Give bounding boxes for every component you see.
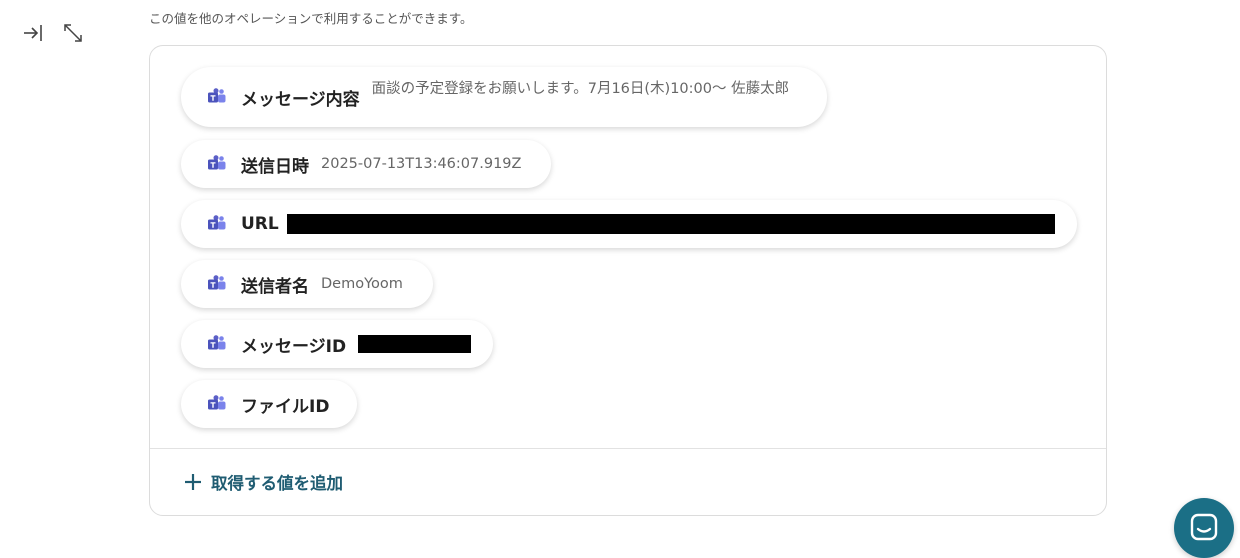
add-value-button[interactable]: 取得する値を追加 xyxy=(184,470,343,494)
field-chip-message-content[interactable]: メッセージ内容 面談の予定登録をお願いします。7月16日(木)10:00〜 佐藤… xyxy=(181,67,827,127)
field-label: メッセージ内容 xyxy=(241,89,360,110)
microsoft-teams-icon xyxy=(208,275,226,290)
field-label: ファイルID xyxy=(241,396,330,417)
field-label: メッセージID xyxy=(241,336,347,357)
support-chat-button[interactable] xyxy=(1174,498,1234,558)
field-chip-message-id[interactable]: メッセージID xyxy=(181,320,493,368)
redacted-value xyxy=(358,335,471,353)
collapse-to-right-icon[interactable] xyxy=(22,22,44,44)
field-value: DemoYoom xyxy=(321,276,403,292)
field-label: 送信者名 xyxy=(241,276,309,297)
field-value: 面談の予定登録をお願いします。7月16日(木)10:00〜 佐藤太郎 xyxy=(371,81,790,97)
output-values-panel: メッセージ内容 面談の予定登録をお願いします。7月16日(木)10:00〜 佐藤… xyxy=(149,45,1107,516)
field-chip-sender-name[interactable]: 送信者名 DemoYoom xyxy=(181,260,433,308)
field-label: URL xyxy=(241,214,279,234)
microsoft-teams-icon xyxy=(208,335,226,350)
microsoft-teams-icon xyxy=(208,215,226,230)
plus-icon xyxy=(185,474,201,490)
field-value: 2025-07-13T13:46:07.919Z xyxy=(321,156,522,172)
microsoft-teams-icon xyxy=(208,155,226,170)
field-chip-url[interactable]: URL xyxy=(181,200,1077,248)
divider xyxy=(150,448,1106,449)
field-chip-file-id[interactable]: ファイルID xyxy=(181,380,357,428)
microsoft-teams-icon xyxy=(208,88,226,103)
chat-support-icon xyxy=(1190,513,1218,541)
top-toolbar xyxy=(22,22,84,44)
redacted-value xyxy=(286,214,1055,234)
helper-text: この値を他のオペレーションで利用することができます。 xyxy=(149,11,473,26)
expand-diagonal-icon[interactable] xyxy=(62,22,84,44)
microsoft-teams-icon xyxy=(208,395,226,410)
add-value-label: 取得する値を追加 xyxy=(211,474,343,493)
field-label: 送信日時 xyxy=(241,156,309,177)
field-chip-sent-datetime[interactable]: 送信日時 2025-07-13T13:46:07.919Z xyxy=(181,140,551,188)
